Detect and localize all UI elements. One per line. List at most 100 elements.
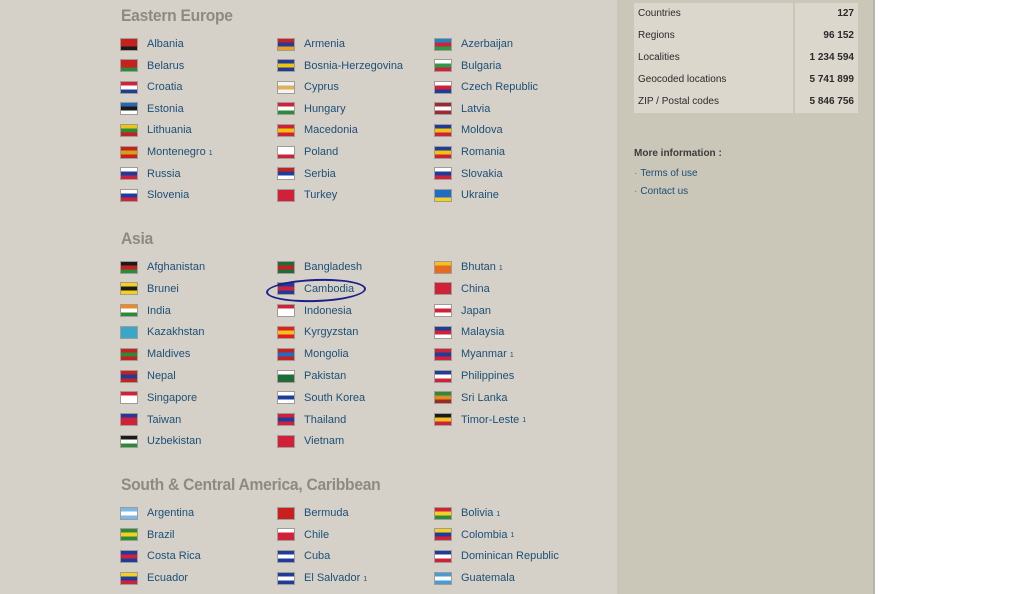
country-link[interactable]: Lithuania <box>121 122 192 138</box>
country-link[interactable]: Serbia <box>278 166 336 182</box>
country-name: Sri Lanka <box>461 391 508 404</box>
country-link[interactable]: Afghanistan <box>121 259 205 275</box>
country-link[interactable]: El Salvador 1 <box>278 570 367 586</box>
country-link[interactable]: Czech Republic <box>435 79 538 95</box>
ecuador-flag-icon <box>121 572 137 584</box>
country-name: Argentina <box>147 507 195 519</box>
country-name: Taiwan <box>147 413 182 426</box>
country-link[interactable]: Malaysia <box>435 324 504 340</box>
country-link[interactable]: Slovenia <box>121 187 189 203</box>
country-link[interactable]: Thailand <box>278 412 346 428</box>
country-link[interactable]: Timor-Leste 1 <box>435 412 526 428</box>
country-link[interactable]: Cuba <box>278 548 330 564</box>
country-link[interactable]: Cyprus <box>278 79 339 95</box>
country-link[interactable]: Brunei <box>121 281 179 297</box>
country-link[interactable]: Russia <box>121 166 181 182</box>
country-link[interactable]: Brazil <box>121 527 175 543</box>
guatemala-flag-icon <box>435 572 451 584</box>
country-name: Ecuador <box>147 572 188 585</box>
country-link[interactable]: Ukraine <box>435 187 499 203</box>
country-link[interactable]: Chile <box>278 527 329 543</box>
nepal-flag-icon <box>121 370 137 382</box>
taiwan-flag-icon <box>121 414 137 426</box>
country-link[interactable]: Croatia <box>121 79 182 95</box>
stats-row: ZIP / Postal codes 5 846 756 <box>634 90 858 113</box>
country-name: China <box>461 282 490 295</box>
country-link[interactable]: Hungary <box>278 101 346 117</box>
country-link[interactable]: Bulgaria <box>435 58 501 74</box>
country-link[interactable]: Latvia <box>435 101 490 117</box>
country-name: Guatemala <box>461 572 515 585</box>
china-flag-icon <box>435 283 451 295</box>
country-name: Cyprus <box>304 81 339 94</box>
country-link[interactable]: Estonia <box>121 101 184 117</box>
country-name: Thailand <box>304 413 347 426</box>
country-link[interactable]: Costa Rica <box>121 548 201 564</box>
country-link[interactable]: Argentina <box>121 505 194 521</box>
stat-value: 96 152 <box>793 24 858 47</box>
afghanistan-flag-icon <box>121 261 137 273</box>
country-link[interactable]: Japan <box>435 303 491 319</box>
country-link[interactable]: Ecuador <box>121 570 188 586</box>
country-link[interactable]: Dominican Republic <box>435 548 559 564</box>
country-link[interactable]: Moldova <box>435 122 503 138</box>
ukraine-flag-icon <box>435 189 451 201</box>
country-link[interactable]: Pakistan <box>278 368 346 384</box>
country-link[interactable]: Kazakhstan <box>121 324 204 340</box>
terms-of-use-link[interactable]: · Terms of use <box>634 168 698 179</box>
country-link[interactable]: Poland <box>278 144 338 160</box>
country-link[interactable]: Vietnam <box>278 433 344 449</box>
country-link[interactable]: Bosnia-Herzegovina <box>278 58 403 74</box>
contact-us-link[interactable]: · Contact us <box>634 186 688 197</box>
country-link[interactable]: Mongolia <box>278 346 349 362</box>
country-name: Kyrgyzstan <box>304 326 359 339</box>
country-link[interactable]: China <box>435 281 490 297</box>
country-link[interactable]: Colombia 1 <box>435 527 514 543</box>
country-link[interactable]: Belarus <box>121 58 184 74</box>
country-name: Afghanistan <box>147 261 206 273</box>
country-link[interactable]: Bhutan 1 <box>435 259 503 275</box>
country-link[interactable]: Romania <box>435 144 505 160</box>
country-link[interactable]: Bermuda <box>278 505 349 521</box>
romania-flag-icon <box>435 146 451 158</box>
bulgaria-flag-icon <box>435 60 451 72</box>
country-link[interactable]: Philippines <box>435 368 514 384</box>
country-name: Croatia <box>147 81 183 94</box>
country-name: Hungary <box>304 102 346 115</box>
country-link[interactable]: Slovakia <box>435 166 503 182</box>
south-korea-flag-icon <box>278 392 294 404</box>
moldova-flag-icon <box>435 124 451 136</box>
argentina-flag-icon <box>121 507 137 519</box>
country-name: Brunei <box>147 282 179 295</box>
footnote-marker: 1 <box>363 575 368 583</box>
country-link[interactable]: Sri Lanka <box>435 390 507 406</box>
czech-flag-icon <box>435 81 451 93</box>
costa-rica-flag-icon <box>121 550 137 562</box>
country-link[interactable]: Macedonia <box>278 122 358 138</box>
country-link[interactable]: Armenia <box>278 36 345 52</box>
country-link[interactable]: Taiwan <box>121 412 181 428</box>
country-link[interactable]: Albania <box>121 36 184 52</box>
country-link[interactable]: Singapore <box>121 390 197 406</box>
country-link[interactable]: Montenegro 1 <box>121 144 213 160</box>
timor-leste-flag-icon <box>435 414 451 426</box>
country-link[interactable]: Azerbaijan <box>435 36 513 52</box>
country-link[interactable]: Indonesia <box>278 303 352 319</box>
albania-flag-icon <box>121 38 137 50</box>
country-link[interactable]: India <box>121 303 171 319</box>
country-link[interactable]: Nepal <box>121 368 176 384</box>
country-name: Brazil <box>147 528 175 541</box>
russia-flag-icon <box>121 168 137 180</box>
country-link[interactable]: Kyrgyzstan <box>278 324 358 340</box>
country-link[interactable]: Myanmar 1 <box>435 346 514 362</box>
stats-table: Countries 127 Regions 96 152 Localities 1 2… <box>634 3 858 113</box>
country-link[interactable]: South Korea <box>278 390 365 406</box>
country-name: Poland <box>304 146 339 158</box>
country-link[interactable]: Guatemala <box>435 570 515 586</box>
country-link[interactable]: Bangladesh <box>278 259 362 275</box>
stats-row: Geocoded locations 5 741 899 <box>634 68 858 91</box>
country-link[interactable]: Turkey <box>278 187 337 203</box>
country-link[interactable]: Uzbekistan <box>121 433 201 449</box>
country-link[interactable]: Bolivia 1 <box>435 505 500 521</box>
country-link[interactable]: Maldives <box>121 346 190 362</box>
